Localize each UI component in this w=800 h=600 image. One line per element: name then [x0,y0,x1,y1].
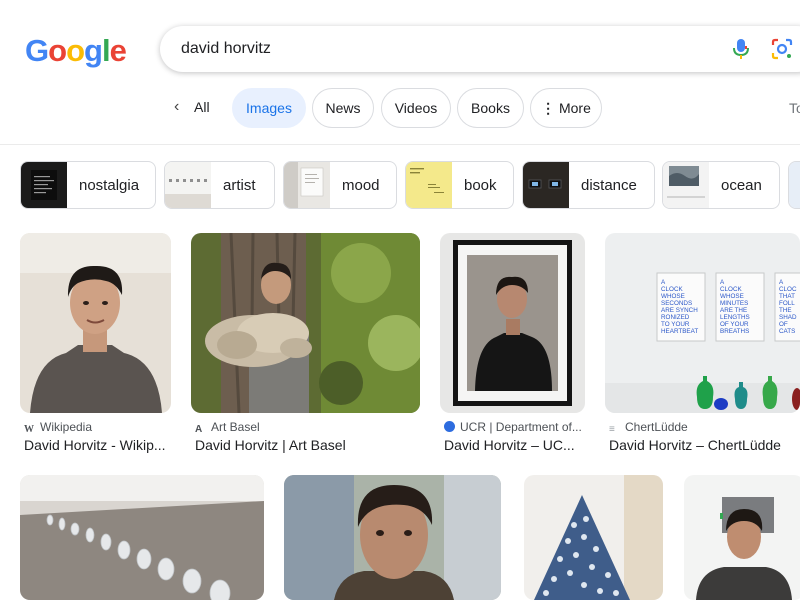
chip-distance[interactable]: distance [522,161,655,209]
artwork-line: OF YOUR [720,321,749,328]
chip-label: book [464,177,497,194]
result-source[interactable]: UCR | Department of... [444,420,582,434]
chip-thumbnail [21,162,67,208]
chip-label: nostalgia [79,177,140,194]
chip-label: distance [581,177,637,194]
artwork-line: CLOCK [720,286,742,293]
artwork-line: FOLL [779,300,795,307]
chip-label: artist [223,177,256,194]
artwork-line: TO YOUR [661,321,690,328]
tab-books[interactable]: Books [457,88,524,128]
result-source-label: Wikipedia [40,420,93,434]
artwork-line: ARE SYNCH [661,307,698,314]
artwork-line: THE [779,307,792,314]
artwork-line: WHOSE [661,293,685,300]
tab-news[interactable]: News [312,88,374,128]
tools-tab-partial[interactable]: To [789,88,800,128]
artwork-line: ARE THE [720,307,747,314]
result-thumbnail[interactable] [20,233,171,413]
search-input[interactable]: david horvitz [181,40,271,58]
tab-videos[interactable]: Videos [381,88,451,128]
result-title[interactable]: David Horvitz – ChertLüdde [609,437,799,453]
image-result[interactable]: A CLOCK WHOSE SECONDS ARE SYNCH RONIZED … [605,233,800,458]
artwork-line: HEARTBEAT [661,328,698,335]
image-result-thumbnail[interactable] [524,475,663,600]
chip-mood[interactable]: mood [283,161,397,209]
artwork-line: BREATHS [720,328,749,335]
chip-label: mood [342,177,380,194]
chip-thumbnail [406,162,452,208]
chip-nostalgia[interactable]: nostalgia [20,161,156,209]
image-result[interactable]: UCR | Department of... David Horvitz – U… [440,233,585,458]
result-source-label: UCR | Department of... [460,420,582,434]
result-thumbnail[interactable]: A CLOCK WHOSE SECONDS ARE SYNCH RONIZED … [605,233,800,413]
result-source-label: Art Basel [211,420,260,434]
logo-letter: e [109,33,127,68]
artwork-line: OF [779,321,788,328]
artwork-line: MINUTES [720,300,748,307]
tab-images-label: Images [246,100,292,116]
tab-more-label: More [558,100,591,116]
image-result-thumbnail[interactable] [684,475,800,600]
result-source[interactable]: ≡ ChertLüdde [609,420,688,435]
image-result[interactable]: A Art Basel David Horvitz | Art Basel [191,233,420,458]
image-result-thumbnail[interactable] [20,475,264,600]
logo-letter: G [25,33,49,68]
google-logo[interactable]: Google [25,33,127,69]
tab-images[interactable]: Images [232,88,306,128]
lens-icon[interactable] [770,37,794,61]
logo-letter: o [66,33,85,68]
tab-more[interactable]: ⋮ More [530,88,602,128]
tab-videos-label: Videos [394,100,438,116]
tab-books-label: Books [471,100,510,116]
chertludde-favicon-icon: ≡ [609,424,615,435]
logo-letter: o [48,33,67,68]
artwork-line: CLOC [779,286,797,293]
image-result-thumbnail[interactable] [284,475,501,600]
art-basel-favicon-icon: A [195,424,203,435]
wikipedia-favicon-icon: W [24,424,34,435]
chevron-left-icon: ‹ [174,98,180,115]
artwork-line: CATS [779,328,795,335]
result-thumbnail[interactable] [440,233,585,413]
tab-all-label: All [194,99,210,115]
chip-thumbnail [789,162,800,208]
logo-letter: l [101,33,111,68]
chip-artist[interactable]: artist [164,161,275,209]
chip-thumbnail [165,162,211,208]
result-title[interactable]: David Horvitz – UC... [444,437,584,453]
result-title[interactable]: David Horvitz - Wikip... [24,437,174,453]
tab-all[interactable]: ‹ All [166,88,226,128]
tab-news-label: News [325,100,361,116]
ucr-favicon-icon [444,421,455,432]
more-dots-icon: ⋮ [541,100,556,116]
microphone-icon[interactable] [730,37,752,61]
result-title[interactable]: David Horvitz | Art Basel [195,437,423,453]
artwork-line: THAT [779,293,795,300]
result-source-label: ChertLüdde [625,420,688,434]
image-result[interactable]: W Wikipedia David Horvitz - Wikip... [20,233,171,458]
result-thumbnail[interactable] [191,233,420,413]
header-divider [0,144,800,145]
artwork-line: LENGTHS [720,314,750,321]
chip-partial[interactable] [788,161,800,209]
chip-thumbnail [663,162,709,208]
chip-thumbnail [284,162,330,208]
artwork-line: SECONDS [661,300,692,307]
result-source[interactable]: W Wikipedia [24,420,92,435]
search-tabs: ‹ All Images News Videos Books ⋮ More To [0,88,800,128]
artwork-line: SHAD [779,314,797,321]
result-source[interactable]: A Art Basel [195,420,260,435]
artwork-line: RONIZED [661,314,690,321]
artwork-line: CLOCK [661,286,683,293]
chip-label: ocean [721,177,762,194]
chip-thumbnail [523,162,569,208]
artwork-line: WHOSE [720,293,744,300]
chip-ocean[interactable]: ocean [662,161,780,209]
search-box[interactable]: david horvitz [160,26,800,72]
chip-book[interactable]: book [405,161,514,209]
logo-letter: g [84,33,103,68]
